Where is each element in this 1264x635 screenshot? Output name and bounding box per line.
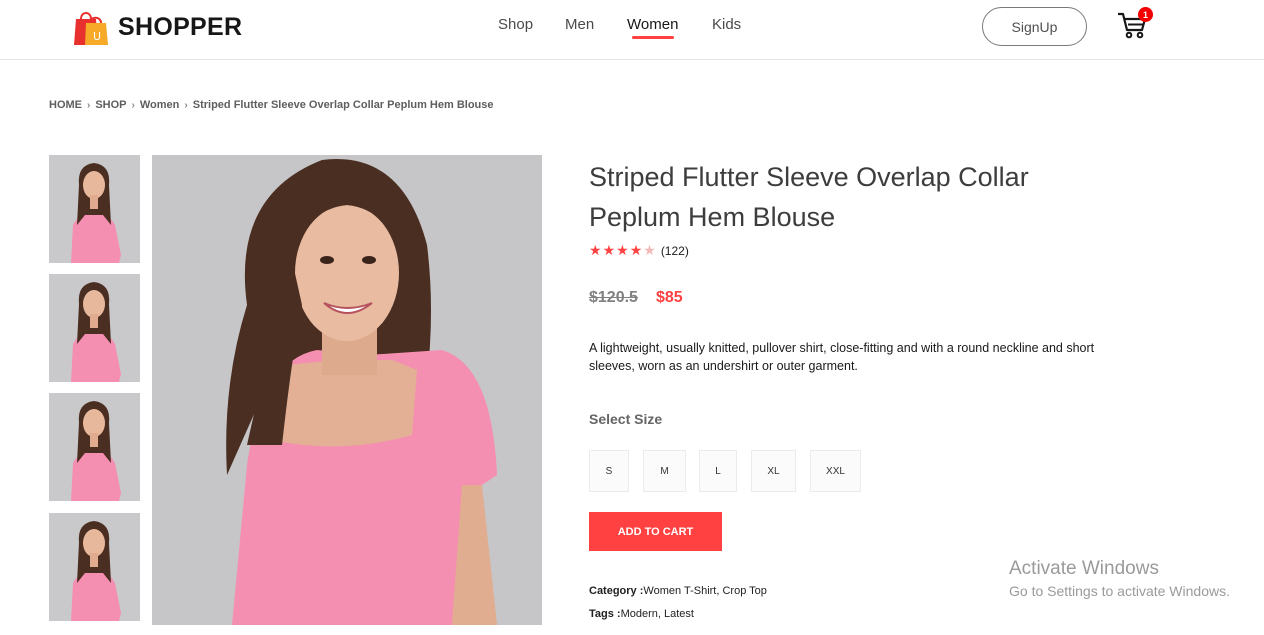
model-main-image [152,155,542,625]
category-label: Category : [589,585,644,597]
nav-item-shop[interactable]: Shop [498,16,533,33]
star-icon: ★ [602,242,616,258]
nav-item-kids[interactable]: Kids [712,16,741,33]
star-icon: ★ [629,242,643,258]
logo-letter: U [93,30,101,43]
windows-watermark-title: Activate Windows [1009,558,1159,579]
active-nav-indicator [632,36,674,39]
star-empty-icon: ★ [643,242,656,258]
product-thumbnail-2[interactable] [49,274,140,382]
model-thumbnail-image [49,393,140,501]
model-thumbnail-image [49,274,140,382]
review-count: (122) [660,243,689,258]
nav-item-men[interactable]: Men [565,16,594,33]
tags-line: Tags :Modern, Latest [589,608,694,620]
tags-value: Modern, Latest [620,608,694,620]
category-line: Category :Women T-Shirt, Crop Top [589,585,767,597]
product-title: Striped Flutter Sleeve Overlap Collar Pe… [589,162,1029,232]
chevron-right-icon: › [184,99,188,111]
navbar: U SHOPPER Shop Men Women Kids SignUp 1 [0,0,1264,60]
star-icon: ★ [589,242,602,258]
nav-item-women[interactable]: Women [627,16,678,33]
rating-stars: ★ ★ ★ ★ ★ (122) [589,242,689,259]
size-option-l[interactable]: L [699,450,737,492]
product-thumbnail-1[interactable] [49,155,140,263]
product-main-image [152,155,542,625]
breadcrumb-shop[interactable]: SHOP [95,99,126,111]
tags-label: Tags : [589,608,621,620]
breadcrumb-women[interactable]: Women [140,99,180,111]
product-description: A lightweight, usually knitted, pullover… [589,341,1095,373]
old-price: $120.5 [589,289,638,306]
breadcrumb: HOME › SHOP › Women › Striped Flutter Sl… [49,99,494,111]
breadcrumb-current: Striped Flutter Sleeve Overlap Collar Pe… [192,99,494,111]
product-thumbnail-4[interactable] [49,513,140,621]
star-icon: ★ [616,242,629,258]
model-thumbnail-image [49,513,140,621]
shopping-bag-icon: U [74,12,108,45]
category-value: Women T-Shirt, Crop Top [643,585,767,597]
brand-logo[interactable]: U SHOPPER [68,7,242,47]
product-thumbnail-3[interactable] [49,393,140,501]
cart-count-badge: 1 [1138,7,1153,22]
signup-button[interactable]: SignUp [982,7,1087,46]
new-price: $85 [656,289,683,306]
windows-watermark-subtitle: Go to Settings to activate Windows. [1009,583,1230,599]
add-to-cart-button[interactable]: ADD TO CART [589,512,722,551]
chevron-right-icon: › [131,99,135,111]
size-option-xxl[interactable]: XXL [810,450,861,492]
size-option-xl[interactable]: XL [751,450,796,492]
model-thumbnail-image [49,155,140,263]
size-option-s[interactable]: S [589,450,629,492]
brand-name: SHOPPER [118,12,243,41]
chevron-right-icon: › [87,99,91,111]
size-option-m[interactable]: M [643,450,686,492]
breadcrumb-home[interactable]: HOME [49,99,82,111]
size-label: Select Size [589,411,663,427]
